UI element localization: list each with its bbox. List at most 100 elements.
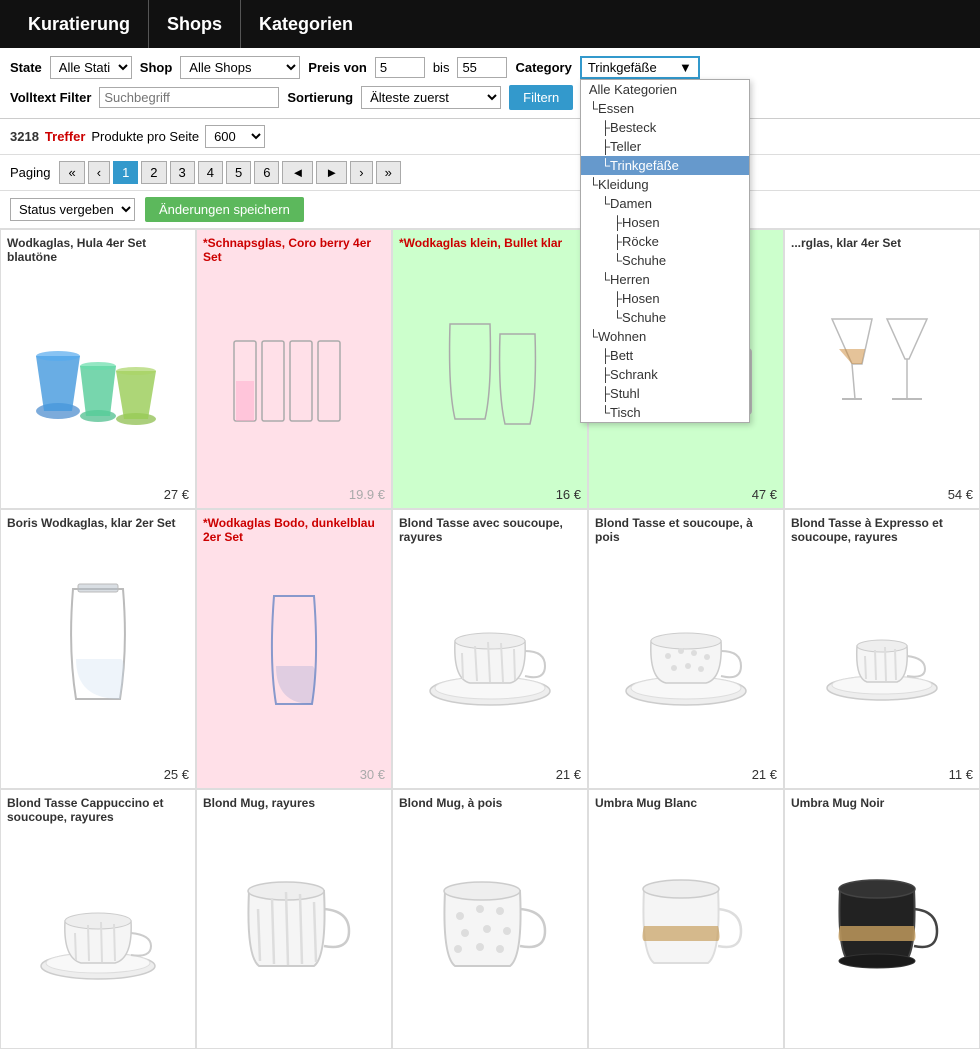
save-changes-button[interactable]: Änderungen speichern [145, 197, 304, 222]
product-image [28, 311, 168, 441]
page-first[interactable]: « [59, 161, 84, 184]
results-count: 3218 [10, 129, 39, 144]
product-title: Blond Tasse Cappuccino et soucoupe, rayu… [7, 796, 189, 824]
status-select[interactable]: Status vergeben [10, 198, 135, 221]
results-treffer-label: Treffer [45, 129, 85, 144]
product-image-area [791, 250, 973, 487]
product-title: *Wodkaglas Bodo, dunkelblau 2er Set [203, 516, 385, 544]
paging-bar: Paging « ‹ 1 2 3 4 5 6 ◄ ► › » [0, 155, 980, 191]
product-image [420, 304, 560, 434]
product-image-area [399, 544, 581, 767]
product-title: Boris Wodkaglas, klar 2er Set [7, 516, 189, 530]
shop-select[interactable]: Alle Shops [180, 56, 300, 79]
cat-item-essen[interactable]: └Essen [581, 99, 749, 118]
cat-item-schuhe-d[interactable]: └Schuhe [581, 251, 749, 270]
product-price: 54 € [791, 487, 973, 502]
product-cell-11: Blond Tasse Cappuccino et soucoupe, rayu… [0, 789, 196, 1049]
product-image-area [203, 264, 385, 487]
cat-item-trinkgefaesse[interactable]: └Trinkgefäße [581, 156, 749, 175]
sort-select[interactable]: Älteste zuerst [361, 86, 501, 109]
ppp-select[interactable]: 600 [205, 125, 265, 148]
product-image-area [595, 810, 777, 1042]
cat-item-stuhl[interactable]: ├Stuhl [581, 384, 749, 403]
product-title: ...rglas, klar 4er Set [791, 236, 973, 250]
price-to-input[interactable] [457, 57, 507, 78]
category-wrapper: Trinkgefäße ▼ Alle Kategorien └Essen ├Be… [580, 56, 700, 79]
page-5[interactable]: 5 [226, 161, 251, 184]
product-image [616, 601, 756, 711]
product-cell-7: *Wodkaglas Bodo, dunkelblau 2er Set 30 € [196, 509, 392, 789]
product-title: Blond Tasse et soucoupe, à pois [595, 516, 777, 544]
page-last[interactable]: » [376, 161, 401, 184]
nav-shops[interactable]: Shops [149, 0, 241, 48]
product-image-area [203, 544, 385, 767]
category-display[interactable]: Trinkgefäße ▼ [580, 56, 700, 79]
product-title: Blond Mug, à pois [399, 796, 581, 810]
cat-item-schrank[interactable]: ├Schrank [581, 365, 749, 384]
product-image [812, 304, 952, 434]
product-cell-10: Blond Tasse à Expresso et soucoupe, rayu… [784, 509, 980, 789]
filter-row-1: State Alle Stati Shop Alle Shops Preis v… [10, 56, 970, 79]
page-prev-prev[interactable]: ‹ [88, 161, 110, 184]
product-cell-14: Umbra Mug Blanc [588, 789, 784, 1049]
product-title: Blond Tasse avec soucoupe, rayures [399, 516, 581, 544]
product-title: Umbra Mug Blanc [595, 796, 777, 810]
product-price: 19.9 € [203, 487, 385, 502]
paging-label: Paging [10, 165, 50, 180]
product-cell-12: Blond Mug, rayures [196, 789, 392, 1049]
fulltext-label: Volltext Filter [10, 90, 91, 105]
product-cell-9: Blond Tasse et soucoupe, à pois [588, 509, 784, 789]
cat-item-kleidung[interactable]: └Kleidung [581, 175, 749, 194]
filter-button[interactable]: Filtern [509, 85, 573, 110]
price-to-label: bis [433, 60, 450, 75]
product-title: Blond Tasse à Expresso et soucoupe, rayu… [791, 516, 973, 544]
cat-item-herren[interactable]: └Herren [581, 270, 749, 289]
cat-item-wohnen[interactable]: └Wohnen [581, 327, 749, 346]
product-cell-1: Wodkaglas, Hula 4er Set blautöne 27 € [0, 229, 196, 509]
product-title: *Wodkaglas klein, Bullet klar [399, 236, 581, 250]
product-cell-5: ...rglas, klar 4er Set 54 € [784, 229, 980, 509]
product-image-area [7, 824, 189, 1042]
product-image-area [595, 544, 777, 767]
ppp-label: Produkte pro Seite [91, 129, 199, 144]
page-next-prev[interactable]: ◄ [282, 161, 313, 184]
page-1[interactable]: 1 [113, 161, 138, 184]
product-image [244, 586, 344, 726]
nav-kategorien[interactable]: Kategorien [241, 0, 371, 48]
product-image [224, 311, 364, 441]
app-header: Kuratierung Shops Kategorien [0, 0, 980, 48]
product-image-area [203, 810, 385, 1042]
cat-item-bett[interactable]: ├Bett [581, 346, 749, 365]
page-next2[interactable]: › [350, 161, 372, 184]
product-price: 47 € [595, 487, 777, 502]
product-title: *Schnapsglas, Coro berry 4er Set [203, 236, 385, 264]
page-2[interactable]: 2 [141, 161, 166, 184]
cat-item-alle[interactable]: Alle Kategorien [581, 80, 749, 99]
state-select[interactable]: Alle Stati [50, 56, 132, 79]
cat-item-hosen-d[interactable]: ├Hosen [581, 213, 749, 232]
page-3[interactable]: 3 [170, 161, 195, 184]
cat-item-schuhe-h[interactable]: └Schuhe [581, 308, 749, 327]
cat-item-besteck[interactable]: ├Besteck [581, 118, 749, 137]
product-cell-2: *Schnapsglas, Coro berry 4er Set 19.9 € [196, 229, 392, 509]
cat-item-tisch[interactable]: └Tisch [581, 403, 749, 422]
page-4[interactable]: 4 [198, 161, 223, 184]
page-next[interactable]: ► [316, 161, 347, 184]
product-image-area [791, 544, 973, 767]
price-from-input[interactable] [375, 57, 425, 78]
cat-item-hosen-h[interactable]: ├Hosen [581, 289, 749, 308]
fulltext-input[interactable] [99, 87, 279, 108]
nav-kuratierung[interactable]: Kuratierung [10, 0, 149, 48]
page-6[interactable]: 6 [254, 161, 279, 184]
product-price: 21 € [595, 767, 777, 782]
product-price: 11 € [791, 767, 973, 782]
cat-item-teller[interactable]: ├Teller [581, 137, 749, 156]
action-bar: Status vergeben Änderungen speichern [0, 191, 980, 229]
product-title: Blond Mug, rayures [203, 796, 385, 810]
sort-label: Sortierung [287, 90, 353, 105]
category-dropdown: Alle Kategorien └Essen ├Besteck ├Teller … [580, 79, 750, 423]
cat-item-rocke[interactable]: ├Röcke [581, 232, 749, 251]
cat-item-damen[interactable]: └Damen [581, 194, 749, 213]
product-price: 27 € [7, 487, 189, 502]
category-label: Category [515, 60, 571, 75]
